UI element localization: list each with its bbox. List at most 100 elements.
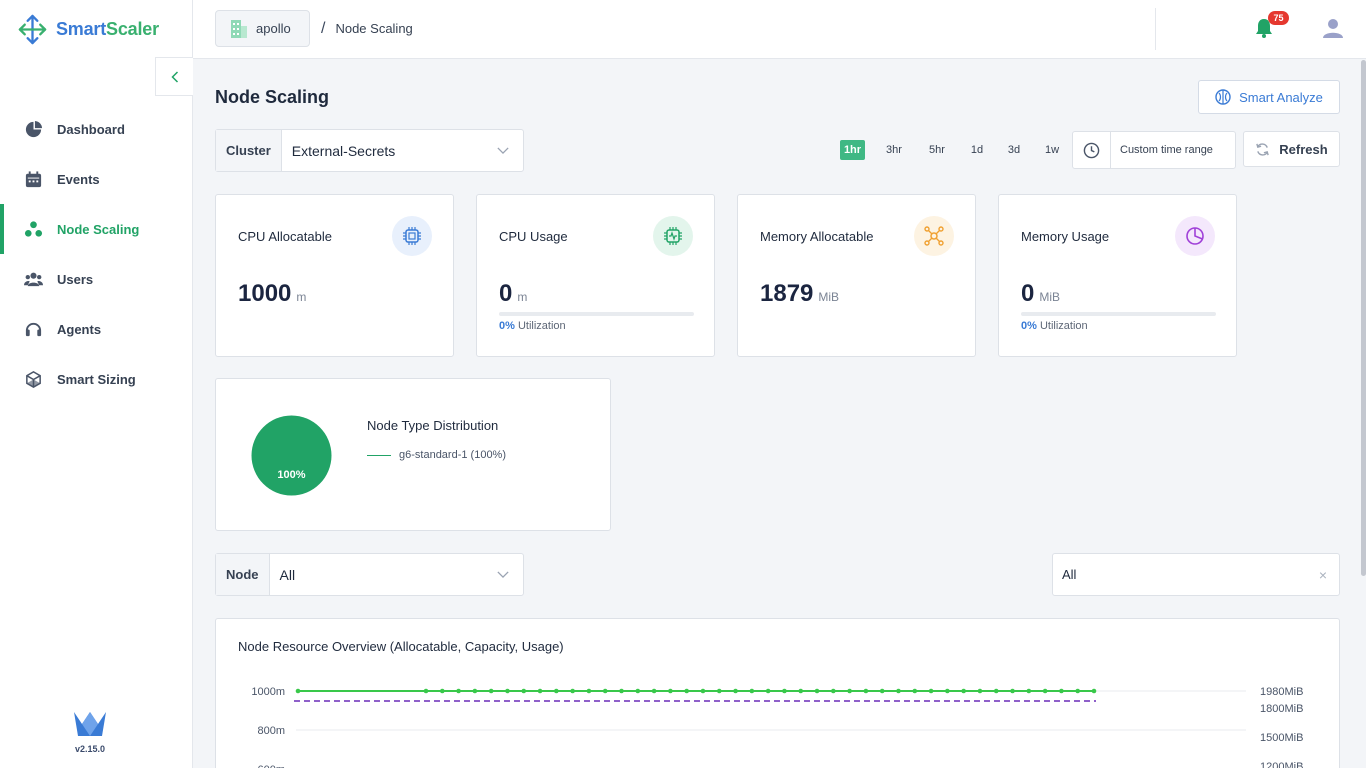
series-point: [668, 688, 673, 694]
sidebar-item-smart-sizing[interactable]: Smart Sizing: [0, 354, 192, 404]
series-point: [879, 688, 885, 694]
crown-logo-icon: [74, 712, 106, 736]
series-point: [651, 688, 657, 694]
y-tick-label-right: 1800MiB: [1260, 703, 1303, 715]
series-point: [765, 688, 771, 694]
network-icon: [914, 216, 954, 256]
series-point: [993, 688, 999, 694]
time-range-1w[interactable]: 1w: [1041, 140, 1063, 160]
chevron-down-icon: [483, 147, 523, 154]
sidebar-item-label: Agents: [57, 321, 102, 337]
cluster-select[interactable]: Cluster External-Secrets: [215, 129, 524, 172]
series-point: [570, 688, 575, 694]
time-range-3hr[interactable]: 3hr: [880, 140, 908, 160]
series-point: [977, 688, 983, 694]
card-title: Memory Usage: [1021, 229, 1110, 244]
logo-arrows-icon: [18, 14, 47, 45]
distribution-title: Node Type Distribution: [367, 418, 499, 433]
series-point: [439, 688, 445, 694]
refresh-button[interactable]: Refresh: [1243, 131, 1340, 167]
sidebar-item-events[interactable]: Events: [0, 154, 192, 204]
sidebar-item-label: Smart Sizing: [57, 371, 136, 387]
series-point: [847, 688, 852, 694]
series-point: [1091, 688, 1097, 694]
sidebar-item-label: Node Scaling: [57, 221, 140, 237]
series-point: [1075, 688, 1081, 694]
series-point: [456, 688, 461, 694]
users-icon: [24, 272, 43, 286]
time-range-1d[interactable]: 1d: [966, 140, 988, 160]
time-range-1hr[interactable]: 1hr: [840, 140, 865, 160]
workspace-name: apollo: [256, 21, 291, 36]
series-point: [896, 688, 901, 694]
series-point: [505, 688, 510, 694]
custom-time-range-button[interactable]: Custom time range: [1072, 131, 1236, 169]
series-point: [716, 688, 722, 694]
building-icon: [231, 19, 247, 38]
node-select[interactable]: Node All: [215, 553, 524, 596]
time-range-3d[interactable]: 3d: [1002, 140, 1026, 160]
page-scrollbar[interactable]: [1361, 60, 1366, 576]
series-point: [733, 688, 738, 694]
calendar-icon: [25, 170, 42, 187]
smart-analyze-label: Smart Analyze: [1239, 89, 1323, 105]
sidebar: SmartScaler Dashboard Events Node Scalin…: [0, 0, 193, 768]
brand-name: SmartScaler: [56, 19, 159, 39]
memory-allocatable-card: Memory Allocatable 1879 MiB: [737, 194, 976, 357]
resource-line-chart: 1000m 800m 600m 1980MiB 1800MiB 1500MiB 1200Mi…: [251, 686, 1303, 768]
user-avatar-icon[interactable]: [1322, 17, 1344, 39]
sidebar-nav: Dashboard Events Node Scaling Users Agen…: [0, 104, 192, 404]
series-point: [831, 688, 836, 694]
series-point: [635, 688, 641, 694]
node-label: Node: [216, 554, 270, 595]
series-point: [295, 688, 301, 694]
time-range-5hr[interactable]: 5hr: [922, 140, 952, 160]
workspace-selector[interactable]: apollo: [215, 10, 310, 47]
card-value: 0 MiB: [1021, 280, 1061, 307]
utilization-bar: [1021, 312, 1216, 316]
smart-analyze-button[interactable]: Smart Analyze: [1198, 80, 1340, 114]
card-title: CPU Usage: [499, 229, 568, 244]
utilization-bar: [499, 312, 694, 316]
version-block: v2.15.0: [70, 710, 110, 754]
series-point: [1042, 688, 1048, 694]
series-point: [488, 688, 494, 694]
series-point: [945, 688, 950, 694]
y-tick-label-left: 1000m: [251, 686, 285, 698]
series-point: [602, 688, 608, 694]
series-point: [928, 688, 934, 694]
series-point: [1010, 688, 1015, 694]
header-divider: [1155, 8, 1156, 50]
chip-icon: [392, 216, 432, 256]
distribution-pie-chart: 100%: [251, 415, 332, 496]
series-point: [554, 688, 559, 694]
y-tick-label-left: 800m: [257, 725, 285, 737]
sidebar-item-label: Dashboard: [57, 121, 125, 137]
legend-swatch: [367, 454, 391, 456]
series-point: [472, 688, 478, 694]
series-point: [782, 688, 787, 694]
cube-icon: [26, 370, 41, 388]
y-tick-label-right: 1200MiB: [1260, 761, 1303, 768]
sidebar-item-users[interactable]: Users: [0, 254, 192, 304]
pie-slice[interactable]: [251, 415, 332, 496]
resource-filter-select[interactable]: All ×: [1052, 553, 1340, 596]
sidebar-item-dashboard[interactable]: Dashboard: [0, 104, 192, 154]
series-point: [961, 688, 966, 694]
distribution-legend-item[interactable]: g6-standard-1 (100%): [367, 449, 506, 461]
series-point: [586, 688, 592, 694]
brand-logo[interactable]: SmartScaler: [17, 13, 159, 46]
series-point: [912, 688, 918, 694]
clear-icon[interactable]: ×: [1319, 567, 1327, 583]
series-point: [798, 688, 804, 694]
collapse-sidebar-button[interactable]: [155, 57, 193, 96]
sidebar-item-agents[interactable]: Agents: [0, 304, 192, 354]
series-point: [1059, 688, 1064, 694]
pie-icon: [25, 120, 43, 137]
breadcrumb: / Node Scaling: [321, 20, 413, 37]
custom-time-range-label: Custom time range: [1120, 144, 1213, 156]
sidebar-item-node-scaling[interactable]: Node Scaling: [0, 204, 192, 254]
y-tick-label-left: 600m: [257, 764, 285, 768]
cpu-activity-icon: [653, 216, 693, 256]
cpu-usage-card: CPU Usage 0m 0% Utilization: [476, 194, 715, 357]
